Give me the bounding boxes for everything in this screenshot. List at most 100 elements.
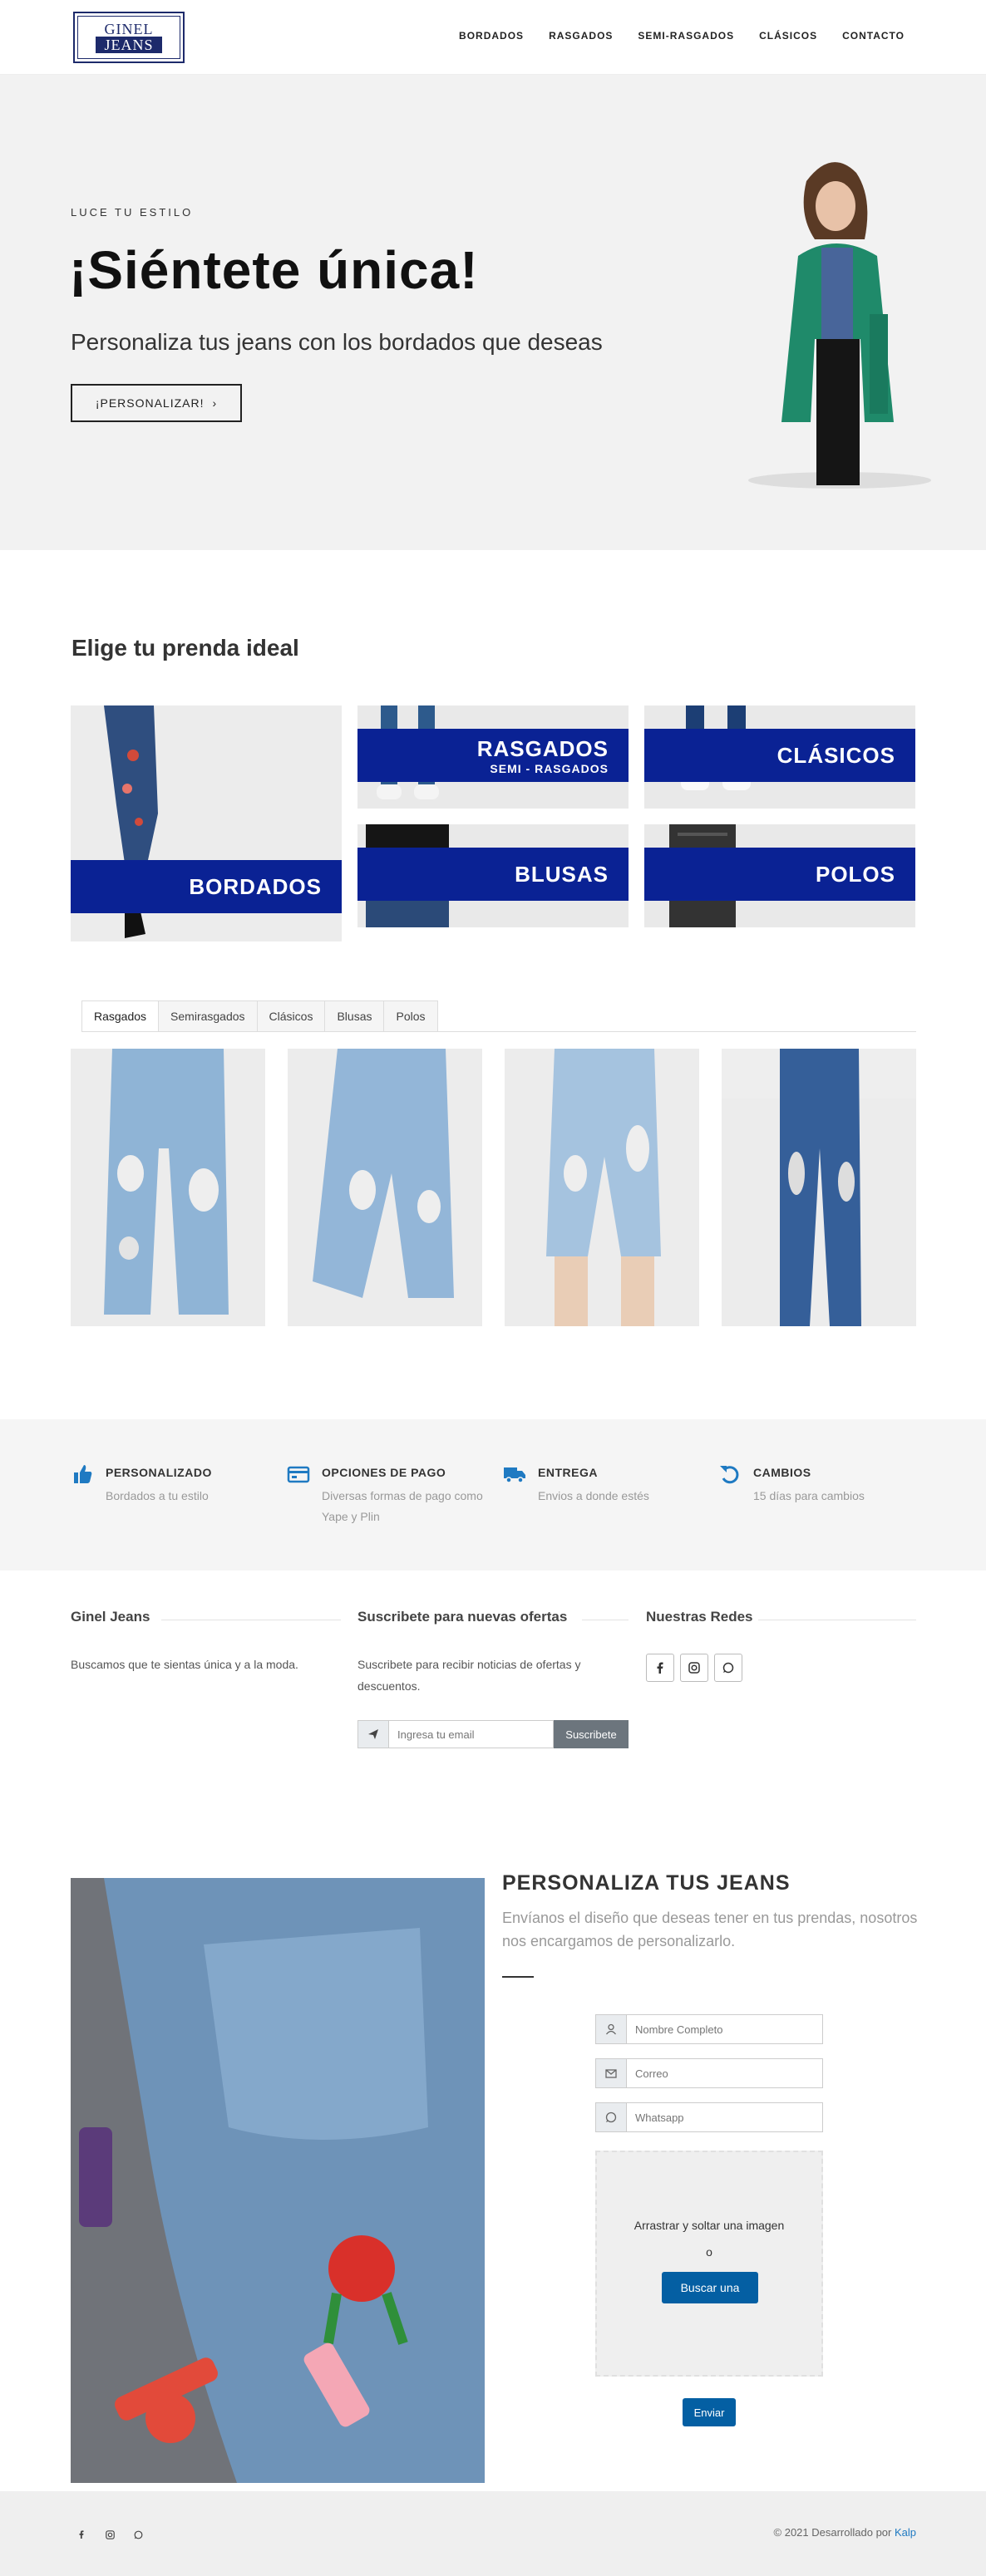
social-title: Nuestras Redes xyxy=(646,1609,753,1625)
tab-semirasgados[interactable]: Semirasgados xyxy=(158,1000,258,1031)
whatsapp-icon xyxy=(722,1662,734,1674)
category-band: BORDADOS xyxy=(71,860,342,913)
category-card-clasicos[interactable]: CLÁSICOS xyxy=(644,705,915,809)
newsletter-text: Suscribete para recibir noticias de ofer… xyxy=(357,1658,581,1693)
hero-title: ¡Siéntete única! xyxy=(69,240,479,300)
feature-desc: Diversas formas de pago como Yape y Plin xyxy=(322,1489,483,1523)
whatsapp-link[interactable] xyxy=(714,1654,742,1682)
category-title: BLUSAS xyxy=(515,861,609,887)
chevron-right-icon: › xyxy=(212,396,218,410)
ripped-skinny-jeans-image xyxy=(722,1049,916,1326)
instagram-link[interactable] xyxy=(680,1654,708,1682)
copyright-text: © 2021 Desarrollado por xyxy=(773,2526,895,2539)
envelope-icon xyxy=(595,2058,627,2088)
personalize-title: PERSONALIZA TUS JEANS xyxy=(502,1871,791,1895)
instagram-link[interactable] xyxy=(103,2528,116,2541)
whatsapp-icon xyxy=(134,2530,142,2539)
feature-title: ENTREGA xyxy=(538,1466,598,1479)
facebook-icon xyxy=(79,2530,84,2539)
developer-link[interactable]: Kalp xyxy=(895,2526,916,2539)
whatsapp-link[interactable] xyxy=(131,2528,145,2541)
about-text: Buscamos que te sientas única y a la mod… xyxy=(71,1658,298,1671)
nav-bordados[interactable]: BORDADOS xyxy=(459,30,524,42)
whatsapp-field xyxy=(595,2102,823,2132)
category-card-rasgados[interactable]: RASGADOS SEMI - RASGADOS xyxy=(357,705,629,809)
instagram-icon xyxy=(105,2529,115,2539)
user-icon xyxy=(595,2014,627,2044)
category-band: POLOS xyxy=(644,848,915,901)
hero-section: LUCE TU ESTILO ¡Siéntete única! Personal… xyxy=(0,75,986,550)
logo-line1: GINEL xyxy=(104,21,154,37)
nav-rasgados[interactable]: RASGADOS xyxy=(549,30,613,42)
categories-heading: Elige tu prenda ideal xyxy=(71,635,299,661)
category-card-blusas[interactable]: BLUSAS xyxy=(357,824,629,927)
logo-line2: JEANS xyxy=(96,37,162,53)
newsletter-email-input[interactable] xyxy=(389,1720,554,1748)
product-card[interactable] xyxy=(505,1049,699,1326)
site-header: GINEL JEANS BORDADOS RASGADOS SEMI-RASGA… xyxy=(0,0,986,75)
tab-blusas[interactable]: Blusas xyxy=(324,1000,385,1031)
category-title: POLOS xyxy=(815,861,895,887)
category-band: CLÁSICOS xyxy=(644,729,915,782)
image-dropzone[interactable]: Arrastrar y soltar una imagen o Buscar u… xyxy=(595,2151,823,2377)
category-band: BLUSAS xyxy=(357,848,629,901)
main-nav: BORDADOS RASGADOS SEMI-RASGADOS CLÁSICOS… xyxy=(459,30,905,42)
facebook-link[interactable] xyxy=(75,2528,88,2541)
feature-title: OPCIONES DE PAGO xyxy=(322,1466,446,1479)
truck-icon xyxy=(504,1467,525,1483)
bottom-bar: © 2021 Desarrollado por Kalp xyxy=(0,2491,986,2576)
category-card-bordados[interactable]: BORDADOS xyxy=(71,705,342,941)
nav-contacto[interactable]: CONTACTO xyxy=(842,30,905,42)
tab-polos[interactable]: Polos xyxy=(383,1000,438,1031)
tab-clasicos[interactable]: Clásicos xyxy=(256,1000,326,1031)
hero-subtitle: Personaliza tus jeans con los bordados q… xyxy=(71,329,603,355)
facebook-link[interactable] xyxy=(646,1654,674,1682)
tab-rasgados[interactable]: Rasgados xyxy=(81,1000,160,1031)
about-title: Ginel Jeans xyxy=(71,1609,150,1625)
paper-plane-icon xyxy=(357,1720,389,1748)
copyright: © 2021 Desarrollado por Kalp xyxy=(774,2526,916,2539)
dropzone-text: Arrastrar y soltar una imagen xyxy=(634,2219,785,2232)
category-band: RASGADOS SEMI - RASGADOS xyxy=(357,729,629,782)
ripped-jeans-image xyxy=(313,1049,454,1298)
subscribe-button[interactable]: Suscribete xyxy=(554,1720,629,1748)
nav-semi-rasgados[interactable]: SEMI-RASGADOS xyxy=(638,30,734,42)
name-field xyxy=(595,2014,823,2044)
undo-icon xyxy=(720,1466,739,1484)
email-field xyxy=(595,2058,823,2088)
whatsapp-icon xyxy=(595,2102,627,2132)
newsletter-title: Suscribete para nuevas ofertas xyxy=(357,1609,568,1625)
personalize-subtitle: Envíanos el diseño que deseas tener en t… xyxy=(502,1910,918,1949)
feature-desc: Bordados a tu estilo xyxy=(106,1489,209,1502)
category-title: CLÁSICOS xyxy=(776,742,895,768)
feature-title: CAMBIOS xyxy=(753,1466,811,1479)
title-underline xyxy=(502,1976,534,1978)
category-card-polos[interactable]: POLOS xyxy=(644,824,915,927)
ripped-jeans-image xyxy=(104,1049,229,1315)
personalize-button-label: ¡PERSONALIZAR! xyxy=(95,396,205,410)
product-card[interactable] xyxy=(722,1049,916,1326)
category-title: BORDADOS xyxy=(189,873,322,899)
nav-clasicos[interactable]: CLÁSICOS xyxy=(759,30,817,42)
facebook-icon xyxy=(657,1662,663,1674)
category-title: RASGADOS xyxy=(476,735,609,761)
category-subtitle: SEMI - RASGADOS xyxy=(490,761,609,775)
personalize-button[interactable]: ¡PERSONALIZAR! › xyxy=(71,384,242,422)
email-input[interactable] xyxy=(627,2058,823,2088)
whatsapp-input[interactable] xyxy=(627,2102,823,2132)
newsletter-form: Suscribete xyxy=(357,1720,629,1748)
feature-desc: 15 días para cambios xyxy=(753,1489,865,1502)
product-tabs: Rasgados Semirasgados Clásicos Blusas Po… xyxy=(81,1000,916,1032)
jeans-patches-image xyxy=(71,1878,485,2483)
thumbs-up-icon xyxy=(74,1465,92,1483)
hero-model-image xyxy=(748,162,931,489)
product-card[interactable] xyxy=(71,1049,265,1326)
features-section: PERSONALIZADO Bordados a tu estilo OPCIO… xyxy=(0,1419,986,1571)
ripped-jeans-image xyxy=(546,1049,661,1326)
product-card[interactable] xyxy=(288,1049,482,1326)
send-button[interactable]: Enviar xyxy=(683,2398,736,2426)
browse-button[interactable]: Buscar una xyxy=(662,2272,758,2303)
logo[interactable]: GINEL JEANS xyxy=(73,12,185,63)
name-input[interactable] xyxy=(627,2014,823,2044)
feature-desc: Envios a donde estés xyxy=(538,1489,649,1502)
